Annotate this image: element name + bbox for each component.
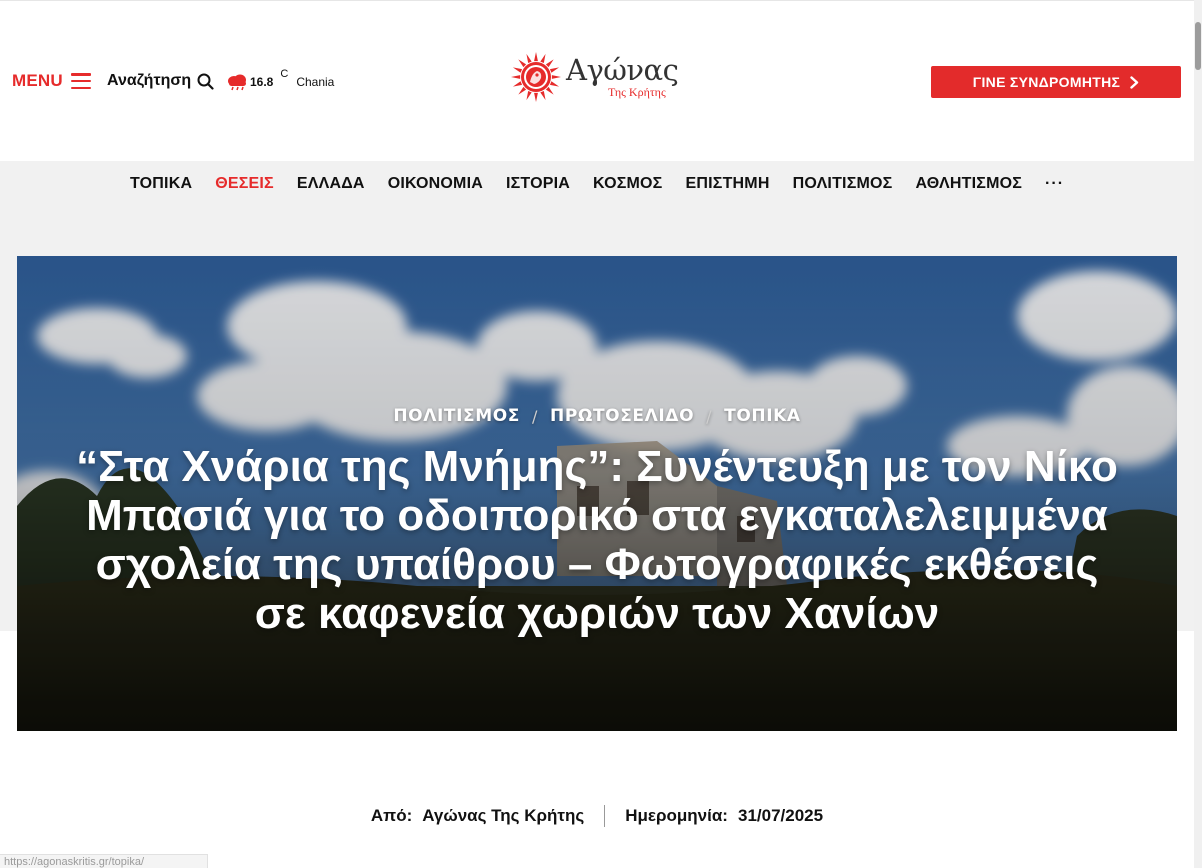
article-meta: Από: Αγώνας Της Κρήτης Ημερομηνία: 31/07… [0, 805, 1194, 827]
scrollbar-thumb[interactable] [1195, 22, 1201, 70]
main-nav: ΤΟΠΙΚΑ ΘΕΣΕΙΣ ΕΛΛΑΔΑ ΟΙΚΟΝΟΜΙΑ ΙΣΤΟΡΙΑ Κ… [0, 161, 1194, 206]
nav-item-topika[interactable]: ΤΟΠΙΚΑ [130, 175, 192, 193]
category-topika[interactable]: ΤΟΠΙΚΑ [724, 406, 801, 426]
logo-sun-icon [511, 52, 561, 102]
meta-divider [604, 805, 606, 827]
nav-item-theseis[interactable]: ΘΕΣΕΙΣ [215, 175, 274, 193]
menu-label: MENU [12, 71, 63, 90]
category-protoselido[interactable]: ΠΡΩΤΟΣΕΛΙΔΟ [550, 406, 694, 426]
search-label: Αναζήτηση [107, 72, 192, 89]
nav-item-istoria[interactable]: ΙΣΤΟΡΙΑ [506, 175, 570, 193]
publish-date: 31/07/2025 [737, 806, 824, 825]
category-separator: / [706, 406, 713, 426]
nav-item-politismos[interactable]: ΠΟΛΙΤΙΣΜΟΣ [793, 175, 893, 193]
subscribe-label: ΓΙΝΕ ΣΥΝΔΡΟΜΗΤΗΣ [972, 74, 1121, 90]
nav-item-athlitismos[interactable]: ΑΘΛΗΤΙΣΜΟΣ [915, 175, 1022, 193]
hero-article[interactable]: ΠΟΛΙΤΙΣΜΟΣ / ΠΡΩΤΟΣΕΛΙΔΟ / ΤΟΠΙΚΑ “Στα Χ… [17, 256, 1177, 731]
status-bar-url: https://agonaskritis.gr/topika/ [0, 854, 208, 868]
logo-title: Αγώνας [566, 53, 679, 87]
hamburger-icon [70, 73, 91, 89]
logo-subtitle: Της Κρήτης [608, 85, 666, 99]
page-scrollbar[interactable] [1194, 0, 1202, 868]
article-title[interactable]: “Στα Χνάρια της Μνήμης”: Συνέντευξη με τ… [67, 442, 1127, 638]
chevron-right-icon [1130, 75, 1139, 89]
search-button[interactable]: Αναζήτηση [107, 72, 214, 90]
subscribe-button[interactable]: ΓΙΝΕ ΣΥΝΔΡΟΜΗΤΗΣ [931, 66, 1181, 98]
nav-item-ellada[interactable]: ΕΛΛΑΔΑ [297, 175, 365, 193]
weather-temperature: 16.8 [250, 75, 274, 89]
author-name[interactable]: Αγώνας Της Κρήτης [422, 806, 584, 826]
weather-widget: 16.8 C Chania [226, 67, 334, 91]
cloud-rain-icon [228, 74, 246, 91]
nav-item-kosmos[interactable]: ΚΟΣΜΟΣ [593, 175, 662, 193]
weather-unit: C [280, 68, 289, 80]
weather-city: Chania [296, 75, 335, 89]
nav-item-epistimi[interactable]: ΕΠΙΣΤΗΜΗ [686, 175, 770, 193]
category-politismos[interactable]: ΠΟΛΙΤΙΣΜΟΣ [393, 406, 520, 426]
menu-button[interactable]: MENU [12, 71, 91, 91]
hero-overlay: ΠΟΛΙΤΙΣΜΟΣ / ΠΡΩΤΟΣΕΛΙΔΟ / ΤΟΠΙΚΑ “Στα Χ… [17, 256, 1177, 731]
author-label: Από: [370, 806, 413, 825]
nav-item-oikonomia[interactable]: ΟΙΚΟΝΟΜΙΑ [388, 175, 483, 193]
site-header: MENU Αναζήτηση 16.8 C Chania Αγώνας Της … [0, 0, 1194, 161]
nav-more-icon[interactable]: ··· [1045, 175, 1064, 193]
category-separator: / [532, 406, 539, 426]
site-logo[interactable]: Αγώνας Της Κρήτης [510, 51, 679, 103]
category-list: ΠΟΛΙΤΙΣΜΟΣ / ΠΡΩΤΟΣΕΛΙΔΟ / ΤΟΠΙΚΑ [393, 406, 800, 426]
search-icon [197, 73, 214, 90]
date-label: Ημερομηνία: [625, 806, 728, 825]
